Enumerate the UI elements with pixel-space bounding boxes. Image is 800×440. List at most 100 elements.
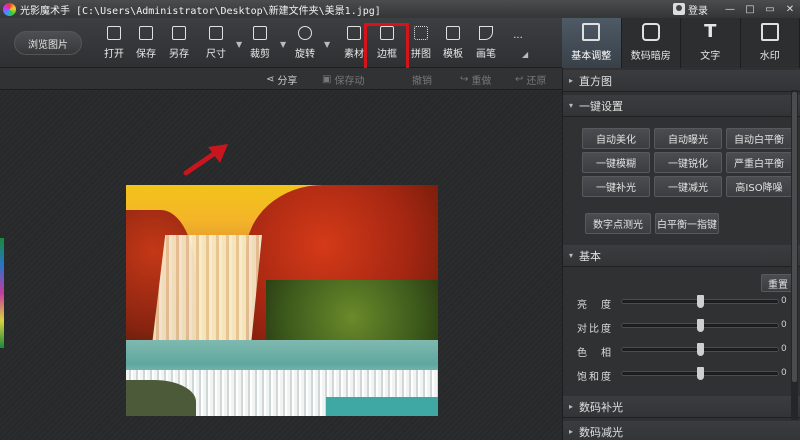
save-anim-button[interactable]: ▣ 保存动 [322, 72, 364, 87]
brightness-knob[interactable] [697, 295, 704, 308]
crop-label: 裁剪 [250, 49, 270, 60]
main-toolbar: 浏览图片 打开 保存 另存 尺寸 ▼ 裁剪 ▼ 旋转 ▼ 素材 边框 拼图 模板… [0, 18, 562, 68]
reset-button[interactable]: 重置 [761, 274, 795, 292]
material-label: 素材 [344, 49, 364, 60]
adjust-panel: ▸ 直方图 ▾ 一键设置 自动美化 自动曝光 自动白平衡 一键模糊 一键锐化 严… [562, 68, 800, 440]
open-label: 打开 [104, 49, 124, 60]
saturation-knob[interactable] [697, 367, 704, 380]
expand-right-icon: ▸ [569, 402, 574, 411]
restore-icon: ↩ [515, 74, 524, 85]
tab-basic-adjust-label: 基本调整 [571, 51, 612, 62]
tab-watermark[interactable]: 水印 [741, 18, 800, 68]
tab-basic-adjust[interactable]: 基本调整 [562, 18, 622, 68]
browse-images-button[interactable]: 浏览图片 [14, 31, 82, 55]
save-button[interactable]: 保存 [132, 26, 160, 64]
strict-white-balance-button[interactable]: 严重白平衡 [726, 152, 792, 173]
histogram-label: 直方图 [579, 74, 613, 88]
basic-label: 基本 [579, 249, 602, 263]
collage-button[interactable]: 拼图 [407, 26, 435, 64]
undo-button[interactable]: 撤销 [412, 72, 432, 87]
hue-label: 色 相 [577, 348, 613, 359]
resize-dropdown-icon[interactable]: ▼ [236, 40, 242, 49]
watermark-icon [760, 23, 779, 41]
crop-button[interactable]: 裁剪 [246, 26, 274, 64]
maximize-button[interactable]: ▭ [760, 1, 780, 17]
expand-right-icon: ▸ [569, 427, 574, 436]
skin-button[interactable]: □ [740, 1, 760, 17]
share-button[interactable]: ⋖ 分享 [266, 72, 297, 87]
app-window: 光影魔术手 [C:\Users\Administrator\Desktop\新建… [0, 0, 800, 440]
star-icon [347, 26, 361, 40]
photo-waterfall [152, 235, 262, 345]
white-balance-one-touch-button[interactable]: 白平衡一指键 [655, 213, 719, 234]
desktop-edge-strip [0, 238, 4, 348]
crop-dropdown-icon[interactable]: ▼ [280, 40, 286, 49]
resize-button[interactable]: 尺寸 [202, 26, 230, 64]
printer-icon [446, 26, 460, 40]
redo-button[interactable]: ↪ 重做 [460, 72, 491, 87]
waterfall-photo[interactable] [126, 185, 438, 416]
close-button[interactable]: ✕ [780, 1, 800, 17]
resize-icon [209, 26, 223, 40]
share-icon: ⋖ [266, 74, 275, 85]
grid-icon [414, 26, 428, 40]
title-bar: 光影魔术手 [C:\Users\Administrator\Desktop\新建… [0, 0, 800, 18]
app-logo-icon [3, 2, 16, 16]
one-click-blur-button[interactable]: 一键模糊 [582, 152, 650, 173]
save-as-label: 另存 [169, 49, 189, 60]
brightness-slider[interactable] [621, 295, 779, 308]
auto-white-balance-button[interactable]: 自动白平衡 [726, 128, 792, 149]
save-anim-label: 保存动 [334, 76, 365, 87]
hue-slider[interactable] [621, 343, 779, 356]
histogram-section[interactable]: ▸ 直方图 [563, 70, 800, 92]
restore-label: 还原 [526, 76, 547, 87]
right-tab-bar: 基本调整 数码暗房 T 文字 水印 [562, 18, 800, 68]
one-click-fill-light-button[interactable]: 一键补光 [582, 176, 650, 197]
app-name: 光影魔术手 [20, 5, 70, 17]
hue-value: 0 [781, 344, 787, 354]
auto-beautify-button[interactable]: 自动美化 [582, 128, 650, 149]
annotation-arrow-icon [183, 144, 228, 176]
basic-section[interactable]: ▾ 基本 [563, 245, 800, 267]
redo-icon: ↪ [460, 74, 469, 85]
contrast-value: 0 [781, 320, 787, 330]
digital-reduce-section[interactable]: ▸ 数码减光 [563, 421, 800, 440]
save-icon [139, 26, 153, 40]
more-dropdown-icon[interactable]: ◢ [522, 50, 528, 59]
spot-metering-button[interactable]: 数字点测光 [585, 213, 651, 234]
save-as-button[interactable]: 另存 [165, 26, 193, 64]
contrast-slider[interactable] [621, 319, 779, 332]
one-click-sharpen-button[interactable]: 一键锐化 [654, 152, 722, 173]
brightness-label: 亮 度 [577, 300, 613, 311]
template-button[interactable]: 模板 [439, 26, 467, 64]
redo-label: 重做 [471, 76, 492, 87]
tab-text[interactable]: T 文字 [681, 18, 741, 68]
one-click-section[interactable]: ▾ 一键设置 [563, 95, 800, 117]
contrast-knob[interactable] [697, 319, 704, 332]
brush-label: 画笔 [476, 49, 496, 60]
rotate-icon [298, 26, 312, 40]
crop-icon [253, 26, 267, 40]
minimize-button[interactable]: — [720, 1, 740, 17]
save-anim-icon: ▣ [322, 74, 332, 85]
auto-exposure-button[interactable]: 自动曝光 [654, 128, 722, 149]
rotate-label: 旋转 [295, 49, 315, 60]
digital-fill-section[interactable]: ▸ 数码补光 [563, 396, 800, 418]
digital-reduce-label: 数码减光 [579, 425, 624, 439]
high-iso-denoise-button[interactable]: 高ISO降噪 [726, 176, 792, 197]
saturation-slider[interactable] [621, 367, 779, 380]
open-button[interactable]: 打开 [100, 26, 128, 64]
brush-button[interactable]: 画笔 [472, 26, 500, 64]
one-click-reduce-light-button[interactable]: 一键减光 [654, 176, 722, 197]
hue-knob[interactable] [697, 343, 704, 356]
rotate-button[interactable]: 旋转 [291, 26, 319, 64]
login-button[interactable]: 登录 [673, 2, 708, 17]
expand-right-icon: ▸ [569, 76, 574, 85]
panel-scroll-thumb[interactable] [792, 92, 797, 382]
tab-text-label: 文字 [700, 51, 721, 62]
tab-digital-darkroom[interactable]: 数码暗房 [622, 18, 681, 68]
restore-button[interactable]: ↩ 还原 [515, 72, 546, 87]
secondary-toolbar: ⋖ 分享 ▣ 保存动 撤销 ↪ 重做 ↩ 还原 [0, 68, 562, 90]
rotate-dropdown-icon[interactable]: ▼ [324, 40, 330, 49]
template-label: 模板 [443, 49, 463, 60]
